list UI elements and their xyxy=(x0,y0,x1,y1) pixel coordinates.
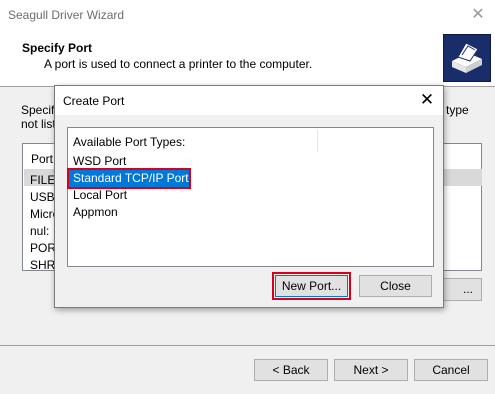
column-separator xyxy=(317,130,318,152)
close-button[interactable]: Close xyxy=(359,275,432,297)
port-types-header: Available Port Types: xyxy=(73,135,186,149)
port-type-item[interactable]: Local Port xyxy=(69,187,189,204)
dialog-close-icon[interactable]: ✕ xyxy=(415,89,439,111)
wizard-heading: Specify Port xyxy=(22,41,93,55)
create-port-dialog: Create Port ✕ Available Port Types: WSD … xyxy=(54,85,444,308)
port-list-header: Port xyxy=(31,152,54,166)
new-port-button[interactable]: New Port... xyxy=(272,272,351,300)
wizard-subheading: A port is used to connect a printer to t… xyxy=(44,57,313,71)
wizard-titlebar: Seagull Driver Wizard ✕ xyxy=(0,0,495,30)
wizard-title: Seagull Driver Wizard xyxy=(8,8,125,22)
cancel-button[interactable]: Cancel xyxy=(414,359,488,381)
port-types-list[interactable]: Available Port Types: WSD Port Standard T… xyxy=(67,127,434,267)
wizard-close-icon[interactable]: ✕ xyxy=(467,4,489,26)
port-type-item[interactable]: Standard TCP/IP Port xyxy=(67,168,191,189)
port-type-item[interactable]: WSD Port xyxy=(69,153,189,170)
port-type-item[interactable]: Appmon xyxy=(69,204,189,221)
wizard-description-tail: type xyxy=(446,103,469,117)
printer-logo-icon xyxy=(443,34,491,82)
next-button[interactable]: Next > xyxy=(334,359,408,381)
dialog-title: Create Port xyxy=(63,94,125,108)
wizard-footer-divider xyxy=(0,345,495,346)
back-button[interactable]: < Back xyxy=(254,359,328,381)
wizard-header: Specify Port A port is used to connect a… xyxy=(0,30,495,87)
dialog-titlebar: Create Port ✕ xyxy=(55,86,443,115)
